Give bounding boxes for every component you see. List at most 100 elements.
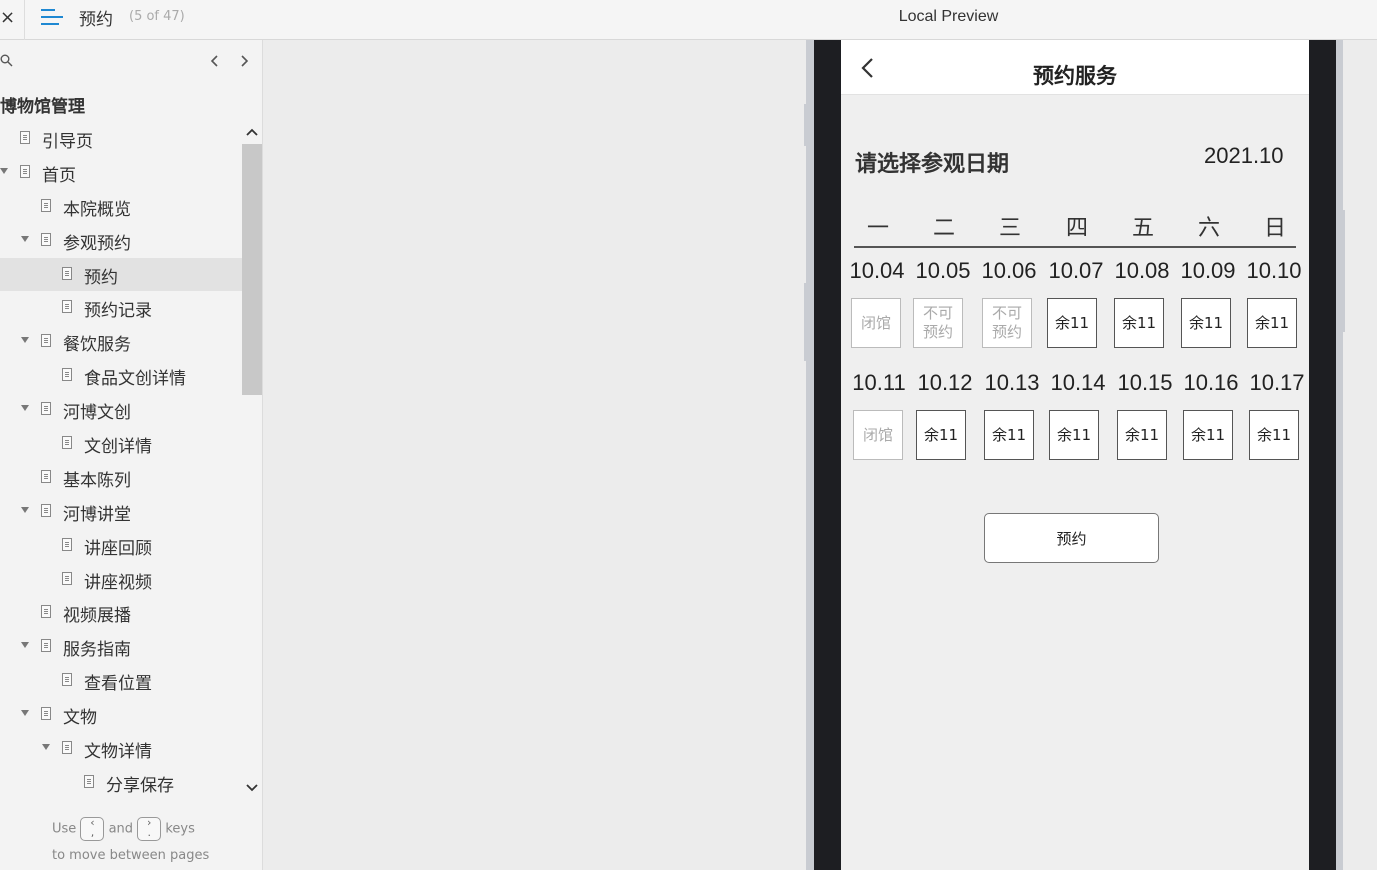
- sidebar-item[interactable]: 基本陈列: [0, 461, 242, 495]
- sidebar-item-label: 基本陈列: [63, 470, 131, 491]
- calendar-date: 10.12: [917, 370, 973, 395]
- page-icon: [62, 436, 72, 450]
- caret-down-icon[interactable]: [21, 405, 29, 412]
- weekday-label: 二: [932, 216, 955, 241]
- available-slot[interactable]: 余11: [984, 410, 1034, 460]
- weekday-label: 五: [1131, 216, 1154, 241]
- scroll-up-icon[interactable]: [244, 124, 260, 140]
- calendar-date: 10.06: [981, 258, 1037, 283]
- top-bar: × 预约 (5 of 47) Local Preview: [0, 0, 1377, 40]
- caret-down-icon[interactable]: [42, 744, 50, 751]
- calendar-date: 10.10: [1246, 258, 1302, 283]
- sidebar-item-label: 文物: [63, 708, 97, 729]
- slot-label: 不可预约: [922, 304, 953, 341]
- sidebar-item[interactable]: 分享保存: [0, 766, 242, 800]
- caret-down-icon[interactable]: [21, 235, 29, 242]
- calendar-date: 10.14: [1050, 370, 1106, 395]
- weekday-label: 三: [998, 216, 1021, 241]
- page-icon: [62, 571, 72, 585]
- slot-label: 闭馆: [862, 425, 893, 444]
- slot-label: 余11: [1190, 425, 1226, 444]
- sidebar: 博物馆管理 引导页 首页 本院概览 参观预约 预约 预约记录 餐饮服务 食品文创详情 河博文创文…: [0, 40, 263, 870]
- sidebar-item[interactable]: 餐饮服务: [0, 325, 242, 359]
- page-icon: [62, 673, 72, 687]
- caret-down-icon[interactable]: [21, 642, 29, 649]
- calendar-date: 10.05: [915, 258, 971, 283]
- sidebar-item-label: 文创详情: [84, 437, 152, 458]
- page-icon: [41, 232, 51, 246]
- sidebar-item[interactable]: 文创详情: [0, 427, 242, 461]
- month-label[interactable]: 2021.10: [1204, 143, 1284, 169]
- sidebar-item[interactable]: 引导页: [0, 122, 242, 156]
- weekday-label: 四: [1065, 216, 1088, 241]
- scroll-down-icon[interactable]: [244, 780, 260, 796]
- calendar-date: 10.17: [1249, 370, 1305, 395]
- current-page-name: 预约: [79, 10, 113, 30]
- sidebar-item-label: 服务指南: [63, 640, 131, 661]
- page-icon: [41, 605, 51, 619]
- weekday-label: 日: [1263, 216, 1286, 241]
- available-slot[interactable]: 余11: [1181, 298, 1231, 348]
- chevron-left-icon[interactable]: [207, 51, 223, 71]
- scrollbar-thumb[interactable]: [242, 144, 262, 395]
- sidebar-item[interactable]: 讲座回顾: [0, 529, 242, 563]
- sidebar-item-label: 讲座视频: [84, 572, 152, 593]
- menu-icon[interactable]: [41, 8, 63, 28]
- available-slot[interactable]: 余11: [1047, 298, 1097, 348]
- phone-volume-button: [804, 283, 808, 361]
- page-icon: [62, 266, 72, 280]
- slot-label: 余11: [1256, 425, 1292, 444]
- page-icon: [41, 469, 51, 483]
- calendar-date: 10.13: [984, 370, 1040, 395]
- sidebar-item[interactable]: 视频展播: [0, 596, 242, 630]
- sidebar-item[interactable]: 服务指南: [0, 630, 242, 664]
- unavailable-slot: 闭馆: [851, 298, 901, 348]
- sidebar-item-label: 讲座回顾: [84, 538, 152, 559]
- page-icon: [41, 334, 51, 348]
- calendar-date: 10.16: [1183, 370, 1239, 395]
- available-slot[interactable]: 余11: [1117, 410, 1167, 460]
- sidebar-item[interactable]: 预约记录: [0, 291, 242, 325]
- sidebar-item[interactable]: 预约: [0, 257, 242, 292]
- slot-label: 余11: [991, 425, 1027, 444]
- sidebar-item[interactable]: 讲座视频: [0, 563, 242, 597]
- sidebar-item[interactable]: 首页: [0, 156, 242, 190]
- available-slot[interactable]: 余11: [1247, 298, 1297, 348]
- available-slot[interactable]: 余11: [1114, 298, 1164, 348]
- available-slot[interactable]: 余11: [1183, 410, 1233, 460]
- sidebar-item-label: 引导页: [42, 132, 93, 152]
- sidebar-item[interactable]: 文物: [0, 698, 242, 732]
- period-key-icon: ›.: [137, 817, 162, 841]
- search-icon[interactable]: [0, 54, 14, 68]
- close-icon[interactable]: ×: [0, 6, 15, 30]
- page-icon: [62, 368, 72, 382]
- calendar-date: 10.07: [1048, 258, 1104, 283]
- available-slot[interactable]: 余11: [916, 410, 966, 460]
- calendar-date: 10.04: [849, 258, 905, 283]
- sidebar-item[interactable]: 本院概览: [0, 190, 242, 224]
- page-icon: [41, 402, 51, 416]
- sidebar-item[interactable]: 参观预约: [0, 224, 242, 258]
- caret-down-icon[interactable]: [21, 337, 29, 344]
- available-slot[interactable]: 余11: [1049, 410, 1099, 460]
- slot-label: 余11: [1124, 425, 1160, 444]
- reserve-button[interactable]: 预约: [984, 513, 1159, 563]
- sidebar-item[interactable]: 河博文创: [0, 393, 242, 427]
- sidebar-item[interactable]: 河博讲堂: [0, 495, 242, 529]
- slot-label: 余11: [923, 425, 959, 444]
- sidebar-item-label: 分享保存: [106, 775, 174, 796]
- slot-label: 余11: [1121, 313, 1157, 332]
- available-slot[interactable]: 余11: [1249, 410, 1299, 460]
- sidebar-item[interactable]: 食品文创详情: [0, 359, 242, 393]
- slot-label: 余11: [1254, 313, 1290, 332]
- chevron-right-icon[interactable]: [236, 51, 252, 71]
- page-icon: [41, 707, 51, 721]
- page-count: (5 of 47): [129, 9, 185, 24]
- page-icon: [41, 639, 51, 653]
- caret-down-icon[interactable]: [0, 167, 8, 174]
- sidebar-item[interactable]: 查看位置: [0, 664, 242, 698]
- caret-down-icon[interactable]: [21, 710, 29, 717]
- page-icon: [62, 741, 72, 755]
- sidebar-item[interactable]: 文物详情: [0, 732, 242, 766]
- caret-down-icon[interactable]: [21, 506, 29, 513]
